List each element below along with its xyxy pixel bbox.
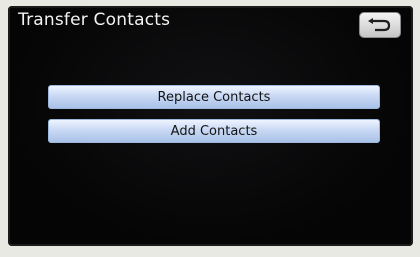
display-screen: Transfer Contacts Replace Contacts Add C… [8,6,413,246]
return-arrow-icon [367,18,393,32]
page-title: Transfer Contacts [18,10,171,30]
back-button[interactable] [359,12,401,38]
replace-contacts-button[interactable]: Replace Contacts [48,85,380,109]
add-contacts-button[interactable]: Add Contacts [48,119,380,143]
